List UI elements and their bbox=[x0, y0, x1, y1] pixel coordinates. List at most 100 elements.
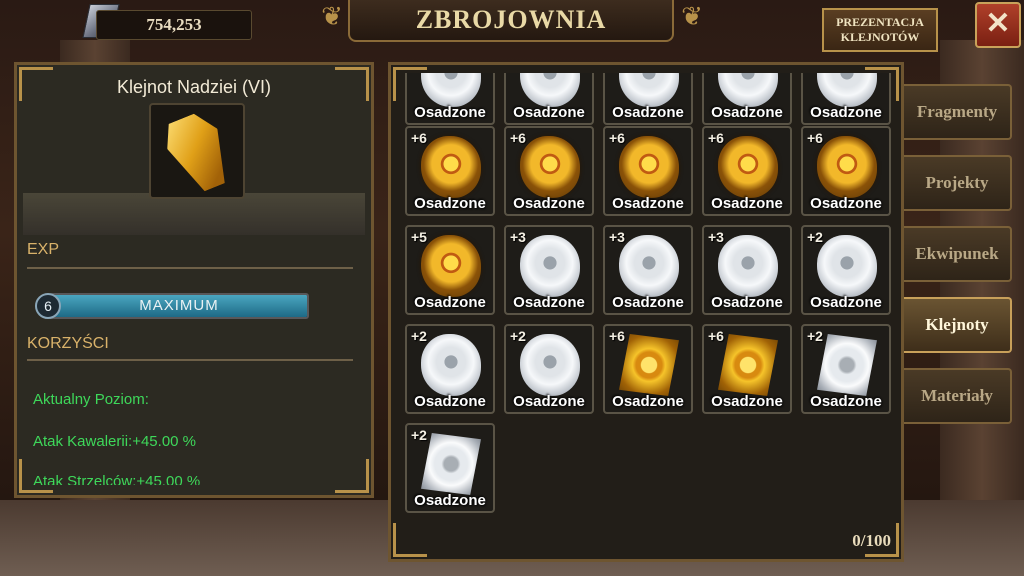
silver-gem-icon bbox=[718, 73, 778, 107]
gem-slot[interactable]: +2 Osadzone bbox=[801, 324, 891, 414]
page-title-text: ZBROJOWNIA bbox=[415, 5, 607, 34]
gem-level: +6 bbox=[609, 328, 625, 344]
gem-status: Osadzone bbox=[711, 393, 783, 410]
gem-level: +6 bbox=[510, 130, 526, 146]
gem-slot[interactable]: +6 Osadzone bbox=[801, 126, 891, 216]
gem-level: +6 bbox=[708, 328, 724, 344]
gem-slot[interactable]: +6 Osadzone bbox=[603, 324, 693, 414]
currency-counter: 754,253 bbox=[96, 10, 252, 40]
gem-slot[interactable]: +6 Osadzone bbox=[603, 126, 693, 216]
gem-slot[interactable]: Osadzone bbox=[801, 73, 891, 125]
divider bbox=[27, 267, 353, 269]
divider bbox=[27, 359, 353, 361]
gem-level: +5 bbox=[411, 229, 427, 245]
close-button[interactable]: ✕ bbox=[975, 2, 1021, 48]
gem-status: Osadzone bbox=[810, 393, 882, 410]
gem-slot[interactable]: +6 Osadzone bbox=[405, 126, 495, 216]
gem-slot[interactable]: +3 Osadzone bbox=[603, 225, 693, 315]
gem-slot[interactable]: +6 Osadzone bbox=[702, 324, 792, 414]
gem-status: Osadzone bbox=[414, 104, 486, 121]
exp-progress-bar: MAXIMUM bbox=[49, 293, 309, 319]
gem-status: Osadzone bbox=[810, 104, 882, 121]
gem-slot[interactable]: +5 Osadzone bbox=[405, 225, 495, 315]
gem-status: Osadzone bbox=[513, 104, 585, 121]
tab-projekty[interactable]: Projekty bbox=[904, 155, 1012, 211]
gem-status: Osadzone bbox=[612, 294, 684, 311]
gem-slot[interactable]: +3 Osadzone bbox=[504, 225, 594, 315]
gem-slot[interactable]: Osadzone bbox=[405, 73, 495, 125]
display-shelf bbox=[23, 193, 365, 235]
gem-slot[interactable]: +6 Osadzone bbox=[702, 126, 792, 216]
gem-status: Osadzone bbox=[810, 294, 882, 311]
gem-status: Osadzone bbox=[414, 195, 486, 212]
exp-label: EXP bbox=[27, 241, 60, 258]
level-badge: 6 bbox=[35, 293, 61, 319]
page-title: ZBROJOWNIA bbox=[348, 0, 674, 42]
gem-preview-frame bbox=[149, 103, 245, 199]
gem-detail-panel: Klejnot Nadziei (VI) EXP MAXIMUM 6 KORZY… bbox=[14, 62, 374, 498]
gem-status: Osadzone bbox=[711, 195, 783, 212]
gem-slot[interactable]: +2 Osadzone bbox=[405, 324, 495, 414]
gem-status: Osadzone bbox=[612, 195, 684, 212]
tab-fragmenty[interactable]: Fragmenty bbox=[904, 84, 1012, 140]
gem-presentation-button[interactable]: PREZENTACJA KLEJNOTÓW bbox=[822, 8, 938, 52]
gem-level: +2 bbox=[510, 328, 526, 344]
gold-gem-icon bbox=[619, 334, 679, 396]
gem-level: +2 bbox=[807, 328, 823, 344]
benefits-label: KORZYŚCI bbox=[27, 335, 109, 352]
gold-gem-icon bbox=[817, 136, 877, 198]
silver-gem-icon bbox=[619, 73, 679, 107]
silver-gem-icon bbox=[619, 235, 679, 297]
gem-name: Klejnot Nadziei (VI) bbox=[116, 77, 272, 97]
gem-slot[interactable]: +3 Osadzone bbox=[702, 225, 792, 315]
gem-level: +2 bbox=[411, 427, 427, 443]
gem-slot[interactable]: Osadzone bbox=[504, 73, 594, 125]
scroll-ornament-icon: ❦ bbox=[681, 2, 703, 31]
gem-status: Osadzone bbox=[711, 104, 783, 121]
gem-presentation-label-line1: PREZENTACJA bbox=[836, 15, 924, 29]
gem-level: +6 bbox=[411, 130, 427, 146]
gem-status: Osadzone bbox=[513, 294, 585, 311]
gem-slot[interactable]: +2 Osadzone bbox=[504, 324, 594, 414]
tab-ekwipunek[interactable]: Ekwipunek bbox=[904, 226, 1012, 282]
gold-gem-icon bbox=[421, 136, 481, 198]
gold-gem-icon bbox=[718, 136, 778, 198]
silver-gem-icon bbox=[520, 334, 580, 396]
gem-status: Osadzone bbox=[810, 195, 882, 212]
gem-level: +6 bbox=[807, 130, 823, 146]
exp-progress-text: MAXIMUM bbox=[139, 297, 219, 314]
silver-gem-icon bbox=[520, 235, 580, 297]
gem-status: Osadzone bbox=[414, 492, 486, 509]
gem-status: Osadzone bbox=[414, 393, 486, 410]
benefits-list[interactable]: Aktualny Poziom: Atak Kawalerii:+45.00 %… bbox=[17, 383, 371, 485]
silver-gem-icon bbox=[421, 334, 481, 396]
gem-status: Osadzone bbox=[513, 195, 585, 212]
gem-slot[interactable]: +6 Osadzone bbox=[504, 126, 594, 216]
corner-ornament-icon bbox=[393, 523, 427, 557]
gem-slot[interactable]: Osadzone bbox=[702, 73, 792, 125]
silver-gem-icon bbox=[421, 73, 481, 107]
gem-grid[interactable]: Osadzone Osadzone Osadzone Osadzone Osadzone… bbox=[397, 73, 895, 519]
silver-gem-icon bbox=[817, 334, 877, 396]
tab-materiały[interactable]: Materiały bbox=[904, 368, 1012, 424]
silver-gem-icon bbox=[421, 433, 481, 495]
benefit-line: Atak Strzelców:+45.00 % bbox=[33, 473, 201, 485]
gold-gem-icon bbox=[421, 235, 481, 297]
gold-gem-icon bbox=[619, 136, 679, 198]
gem-status: Osadzone bbox=[612, 393, 684, 410]
gem-status: Osadzone bbox=[414, 294, 486, 311]
inventory-capacity: 0/100 bbox=[852, 531, 891, 550]
benefit-line: Aktualny Poziom: bbox=[33, 391, 149, 408]
silver-gem-icon bbox=[520, 73, 580, 107]
close-icon: ✕ bbox=[985, 7, 1011, 40]
silver-gem-icon bbox=[817, 73, 877, 107]
gem-status: Osadzone bbox=[711, 294, 783, 311]
gem-presentation-label-line2: KLEJNOTÓW bbox=[840, 30, 920, 44]
gem-level: +2 bbox=[807, 229, 823, 245]
gem-slot[interactable]: +2 Osadzone bbox=[801, 225, 891, 315]
gem-slot[interactable]: Osadzone bbox=[603, 73, 693, 125]
silver-gem-icon bbox=[718, 235, 778, 297]
scroll-ornament-icon: ❦ bbox=[321, 2, 343, 31]
tab-klejnoty[interactable]: Klejnoty bbox=[904, 297, 1012, 353]
gem-slot[interactable]: +2 Osadzone bbox=[405, 423, 495, 513]
